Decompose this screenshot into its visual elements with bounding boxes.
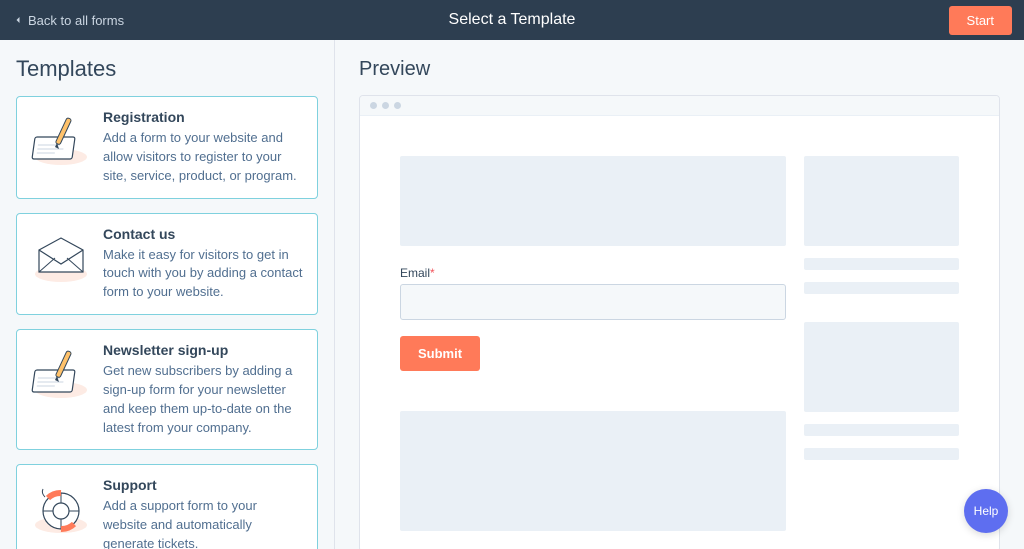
template-text: Newsletter sign-up Get new subscribers b… [103,342,303,437]
template-text: Contact us Make it easy for visitors to … [103,226,303,303]
preview-panel: Preview Email* Submit [335,40,1024,549]
template-card-newsletter[interactable]: Newsletter sign-up Get new subscribers b… [16,329,318,450]
start-button[interactable]: Start [949,6,1012,35]
placeholder-line [804,258,959,270]
placeholder-side [804,156,959,246]
template-card-registration[interactable]: Registration Add a form to your website … [16,96,318,199]
dot-icon [382,102,389,109]
template-card-contact[interactable]: Contact us Make it easy for visitors to … [16,213,318,316]
registration-icon [31,109,91,169]
placeholder-line [804,282,959,294]
email-label: Email* [400,266,786,280]
preview-frame: Email* Submit [359,95,1000,549]
sidebar-title: Templates [16,56,318,82]
preview-title: Preview [359,58,1000,81]
window-dots [370,102,989,109]
submit-button[interactable]: Submit [400,336,480,371]
template-desc: Add a support form to your website and a… [103,497,303,549]
preview-main-column: Email* Submit [400,156,786,531]
template-text: Registration Add a form to your website … [103,109,303,186]
chevron-left-icon [12,14,24,26]
template-title: Registration [103,109,303,125]
dot-icon [370,102,377,109]
preview-body: Email* Submit [360,116,999,549]
template-text: Support Add a support form to your websi… [103,477,303,549]
template-card-support[interactable]: Support Add a support form to your websi… [16,464,318,549]
envelope-icon [31,226,91,286]
template-title: Support [103,477,303,493]
templates-sidebar: Templates Registration Add a form to you… [0,40,335,549]
template-desc: Make it easy for visitors to get in touc… [103,246,303,303]
placeholder-line [804,448,959,460]
email-field[interactable] [400,284,786,320]
lifebuoy-icon [31,477,91,537]
newsletter-icon [31,342,91,402]
placeholder-line [804,424,959,436]
placeholder-footer [400,411,786,531]
page-title: Select a Template [449,11,576,29]
template-title: Newsletter sign-up [103,342,303,358]
dot-icon [394,102,401,109]
placeholder-hero [400,156,786,246]
template-title: Contact us [103,226,303,242]
preview-side-column [804,156,959,531]
header: Back to all forms Select a Template Star… [0,0,1024,40]
template-desc: Add a form to your website and allow vis… [103,129,303,186]
placeholder-side [804,322,959,412]
email-label-text: Email [400,266,430,280]
back-to-forms-link[interactable]: Back to all forms [12,13,124,28]
help-button[interactable]: Help [964,489,1008,533]
main-content: Templates Registration Add a form to you… [0,40,1024,549]
browser-chrome [360,96,999,116]
template-desc: Get new subscribers by adding a sign-up … [103,362,303,437]
back-label: Back to all forms [28,13,124,28]
required-marker: * [430,266,435,280]
